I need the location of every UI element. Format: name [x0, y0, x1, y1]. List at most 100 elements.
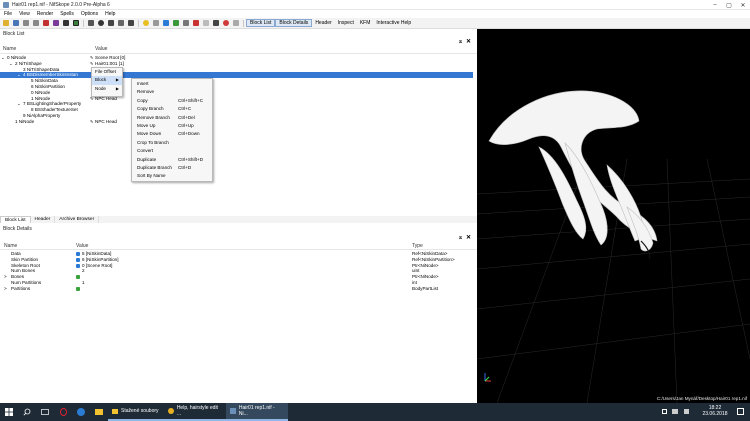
menu-item-file-offset[interactable]: File Offset — [92, 68, 122, 76]
taskbar-app-chrome[interactable]: Help, hairstyle edit ... — [164, 403, 226, 421]
collision-icon[interactable] — [193, 20, 199, 26]
redo-icon[interactable] — [33, 20, 39, 26]
tab-block-list[interactable]: Block List — [0, 216, 31, 223]
menu-help[interactable]: Help — [105, 11, 115, 17]
submenu-item-sort-by-name[interactable]: Sort By Name — [132, 172, 212, 180]
menu-shortcut: Ctrl+Shift+D — [178, 156, 204, 162]
dropdown-icon[interactable] — [153, 20, 159, 26]
open-file-icon[interactable] — [3, 20, 9, 26]
chrome-icon — [168, 408, 174, 414]
toolbar-header-button[interactable]: Header — [312, 19, 334, 27]
task-view-button[interactable] — [36, 403, 54, 421]
window-title: Hair01 rep1.nif - NifSkope 2.0.0 Pre-Alp… — [12, 1, 110, 8]
menu-spells[interactable]: Spells — [60, 11, 74, 17]
block-list-panel: Block List ⌅ ✕ Name Value ⌄ 0 NiNode ✎ Scen… — [0, 29, 477, 213]
opera-icon — [59, 408, 67, 416]
constraint-icon[interactable] — [183, 20, 189, 26]
block-list-title: Block List — [3, 31, 25, 37]
start-button[interactable] — [0, 403, 18, 421]
submenu-item-crop-to-branch[interactable]: Crop To Branch — [132, 139, 212, 147]
eye-icon[interactable] — [98, 20, 104, 26]
expand-toggle-icon[interactable]: > — [4, 286, 7, 292]
submenu-item-copy-branch[interactable]: Copy Branch Ctrl+C — [132, 105, 212, 113]
menu-item-node[interactable]: Node ▶ — [92, 85, 122, 93]
submenu-item-move-up[interactable]: Move Up Ctrl+Up — [132, 122, 212, 130]
node-icon[interactable] — [163, 20, 169, 26]
axes-icon[interactable] — [173, 20, 179, 26]
network-icon[interactable] — [672, 409, 678, 414]
tab-header[interactable]: Header — [31, 216, 56, 223]
camera-icon[interactable] — [108, 20, 114, 26]
detail-name: Partitions — [11, 285, 31, 291]
target-icon[interactable] — [213, 20, 219, 26]
minimize-button[interactable]: – — [708, 0, 722, 10]
menu-options[interactable]: Options — [81, 11, 98, 17]
edge-taskbar-button[interactable] — [72, 403, 90, 421]
submenu-item-insert[interactable]: Insert — [132, 80, 212, 88]
record-icon[interactable] — [223, 20, 229, 26]
link-icon — [76, 257, 80, 262]
light-icon[interactable] — [143, 20, 149, 26]
windows-logo-icon — [5, 408, 13, 416]
tab-archive-browser[interactable]: Archive Browser — [55, 216, 100, 223]
submenu-item-convert[interactable]: Convert — [132, 147, 212, 155]
submenu-item-move-down[interactable]: Move Down Ctrl+Down — [132, 130, 212, 138]
save-icon[interactable] — [13, 20, 19, 26]
toolbar-block-list-button[interactable]: Block List — [246, 19, 276, 27]
hair-mesh — [488, 90, 658, 252]
submenu-item-duplicate-branch[interactable]: Duplicate Branch Ctrl+D — [132, 164, 212, 172]
toolbar-kfm-button[interactable]: KFM — [357, 19, 374, 27]
explorer-taskbar-button[interactable] — [90, 403, 108, 421]
block-tree-row[interactable]: 1 NiNode ✎ NPC Head — [0, 119, 477, 125]
detail-type: BodyPartList — [412, 285, 439, 291]
panel-float-icon[interactable]: ⌅ — [458, 234, 463, 241]
submenu-item-copy[interactable]: Copy Ctrl+Shift+C — [132, 97, 212, 105]
panel-close-icon[interactable]: ✕ — [466, 38, 471, 45]
toolbar-inspect-button[interactable]: Inspect — [335, 19, 357, 27]
taskbar-app-downloads[interactable]: Stažené soubory — [108, 403, 164, 421]
column-header-value[interactable]: Value — [95, 46, 107, 52]
column-header-name[interactable]: Name — [3, 46, 16, 52]
menu-shortcut: Ctrl+Down — [178, 131, 200, 137]
zoom-icon[interactable] — [63, 20, 69, 26]
maximize-button[interactable]: ▢ — [722, 0, 736, 10]
menu-file[interactable]: File — [4, 11, 12, 17]
toolbar-block-details-button[interactable]: Block Details — [275, 19, 313, 27]
panel-close-icon[interactable]: ✕ — [466, 234, 471, 241]
folder-icon — [95, 409, 103, 415]
search-button[interactable] — [18, 403, 36, 421]
info-icon[interactable] — [233, 20, 239, 26]
toolbar: Block List Block Details Header Inspect … — [0, 18, 750, 29]
menu-render[interactable]: Render — [37, 11, 53, 17]
submenu-item-duplicate[interactable]: Duplicate Ctrl+Shift+D — [132, 156, 212, 164]
toolbar-separator — [243, 19, 244, 27]
marker-icon[interactable] — [203, 20, 209, 26]
reload-icon[interactable] — [43, 20, 49, 26]
details-row[interactable]: > Partitions BodyPartList — [0, 286, 477, 292]
action-center-icon[interactable] — [737, 408, 744, 415]
view-icon[interactable] — [118, 20, 124, 26]
close-button[interactable]: ✕ — [736, 0, 750, 10]
taskbar-clock[interactable]: 18:22 23.06.2018 — [700, 405, 730, 417]
notification-tray-icon[interactable] — [662, 409, 667, 414]
block-name: 1 NiNode — [15, 118, 35, 124]
menu-item-block[interactable]: Block ▶ — [92, 76, 122, 85]
panel-float-icon[interactable]: ⌅ — [458, 38, 463, 45]
opera-taskbar-button[interactable] — [54, 403, 72, 421]
toolbar-interactive-help-button[interactable]: Interactive Help — [373, 19, 414, 27]
perspective-icon[interactable] — [128, 20, 134, 26]
taskbar: Stažené soubory Help, hairstyle edit ...… — [0, 403, 750, 421]
render-viewport[interactable]: C:/Users/Jan Mynář/Desktop/Hair01 rep1.n… — [477, 29, 750, 403]
select-tool-icon[interactable] — [88, 20, 94, 26]
axis-gizmo — [484, 373, 491, 382]
taskbar-app-nifskope[interactable]: Hair01 rep1.nif - Ni... — [226, 403, 288, 421]
undo-icon[interactable] — [23, 20, 29, 26]
submenu-item-remove[interactable]: Remove — [132, 88, 212, 96]
grid-icon[interactable] — [73, 20, 79, 26]
submenu-item-remove-branch[interactable]: Remove Branch Ctrl+Del — [132, 114, 212, 122]
volume-icon[interactable] — [684, 409, 689, 414]
link-icon — [76, 252, 80, 256]
menu-view[interactable]: View — [19, 11, 30, 17]
settings-icon[interactable] — [53, 20, 59, 26]
viewport-scene — [477, 90, 750, 403]
